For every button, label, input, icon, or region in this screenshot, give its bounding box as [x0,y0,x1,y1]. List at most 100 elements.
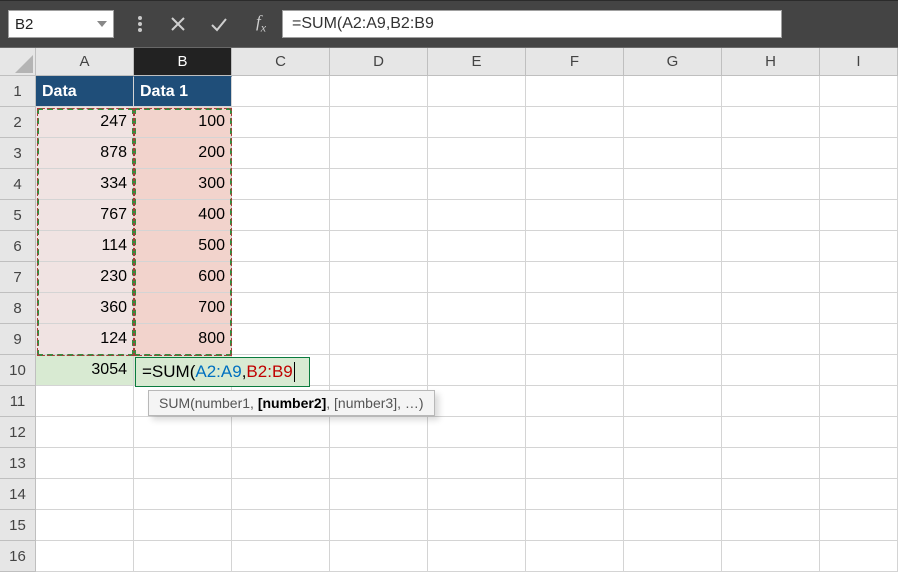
cell-i11[interactable] [820,386,898,417]
cell-d13[interactable] [330,448,428,479]
cell-d3[interactable] [330,138,428,169]
cell-a6[interactable]: 114 [36,231,134,262]
column-header-c[interactable]: C [232,48,330,76]
cell-h9[interactable] [722,324,820,355]
name-box-input[interactable]: B2 [9,16,91,33]
cell-b13[interactable] [134,448,232,479]
cell-a3[interactable]: 878 [36,138,134,169]
cell-h14[interactable] [722,479,820,510]
cell-e11[interactable] [428,386,526,417]
cell-h3[interactable] [722,138,820,169]
cell-a1[interactable]: Data [36,76,134,107]
cell-e6[interactable] [428,231,526,262]
cell-d14[interactable] [330,479,428,510]
name-box-dropdown-icon[interactable] [91,21,113,27]
cell-a4[interactable]: 334 [36,169,134,200]
cell-d6[interactable] [330,231,428,262]
column-header-h[interactable]: H [722,48,820,76]
cell-i12[interactable] [820,417,898,448]
cell-f10[interactable] [526,355,624,386]
cell-e3[interactable] [428,138,526,169]
cell-f7[interactable] [526,262,624,293]
enter-button[interactable] [210,16,232,32]
column-header-i[interactable]: I [820,48,898,76]
cell-d1[interactable] [330,76,428,107]
column-header-b[interactable]: B [134,48,232,76]
cell-i3[interactable] [820,138,898,169]
cell-e4[interactable] [428,169,526,200]
cell-e10[interactable] [428,355,526,386]
cell-c14[interactable] [232,479,330,510]
cell-f14[interactable] [526,479,624,510]
cell-d15[interactable] [330,510,428,541]
cell-h8[interactable] [722,293,820,324]
cell-f3[interactable] [526,138,624,169]
cell-e15[interactable] [428,510,526,541]
row-header-5[interactable]: 5 [0,200,36,231]
row-header-1[interactable]: 1 [0,76,36,107]
cell-c2[interactable] [232,107,330,138]
cell-i13[interactable] [820,448,898,479]
cell-a11[interactable] [36,386,134,417]
formula-input[interactable]: =SUM(A2:A9,B2:B9 [282,10,782,38]
cell-i14[interactable] [820,479,898,510]
name-box[interactable]: B2 [8,10,114,38]
cell-d4[interactable] [330,169,428,200]
cell-i2[interactable] [820,107,898,138]
cell-g14[interactable] [624,479,722,510]
cancel-button[interactable] [170,16,192,32]
cell-a14[interactable] [36,479,134,510]
cell-c5[interactable] [232,200,330,231]
row-header-15[interactable]: 15 [0,510,36,541]
cell-d16[interactable] [330,541,428,572]
cell-c13[interactable] [232,448,330,479]
cell-h13[interactable] [722,448,820,479]
cell-e7[interactable] [428,262,526,293]
column-header-f[interactable]: F [526,48,624,76]
cell-e9[interactable] [428,324,526,355]
row-header-11[interactable]: 11 [0,386,36,417]
cell-f4[interactable] [526,169,624,200]
cell-d7[interactable] [330,262,428,293]
cell-a10[interactable]: 3054 [36,355,134,386]
column-header-g[interactable]: G [624,48,722,76]
cell-h5[interactable] [722,200,820,231]
cell-h2[interactable] [722,107,820,138]
row-header-4[interactable]: 4 [0,169,36,200]
cell-c1[interactable] [232,76,330,107]
row-header-6[interactable]: 6 [0,231,36,262]
cell-b7[interactable]: 600 [134,262,232,293]
cell-h12[interactable] [722,417,820,448]
cell-c9[interactable] [232,324,330,355]
cell-h10[interactable] [722,355,820,386]
cell-e14[interactable] [428,479,526,510]
cell-d9[interactable] [330,324,428,355]
column-header-a[interactable]: A [36,48,134,76]
cell-b16[interactable] [134,541,232,572]
cell-f2[interactable] [526,107,624,138]
cell-b6[interactable]: 500 [134,231,232,262]
cell-g5[interactable] [624,200,722,231]
cell-h16[interactable] [722,541,820,572]
cell-e1[interactable] [428,76,526,107]
cell-c6[interactable] [232,231,330,262]
cell-i5[interactable] [820,200,898,231]
row-header-2[interactable]: 2 [0,107,36,138]
cell-d2[interactable] [330,107,428,138]
cell-e16[interactable] [428,541,526,572]
cell-a15[interactable] [36,510,134,541]
cell-a8[interactable]: 360 [36,293,134,324]
cell-b9[interactable]: 800 [134,324,232,355]
cell-d8[interactable] [330,293,428,324]
cell-a5[interactable]: 767 [36,200,134,231]
cell-h15[interactable] [722,510,820,541]
cell-g12[interactable] [624,417,722,448]
cell-g16[interactable] [624,541,722,572]
cell-b15[interactable] [134,510,232,541]
cell-c8[interactable] [232,293,330,324]
cell-i16[interactable] [820,541,898,572]
row-header-12[interactable]: 12 [0,417,36,448]
row-header-13[interactable]: 13 [0,448,36,479]
cell-g10[interactable] [624,355,722,386]
cell-i8[interactable] [820,293,898,324]
